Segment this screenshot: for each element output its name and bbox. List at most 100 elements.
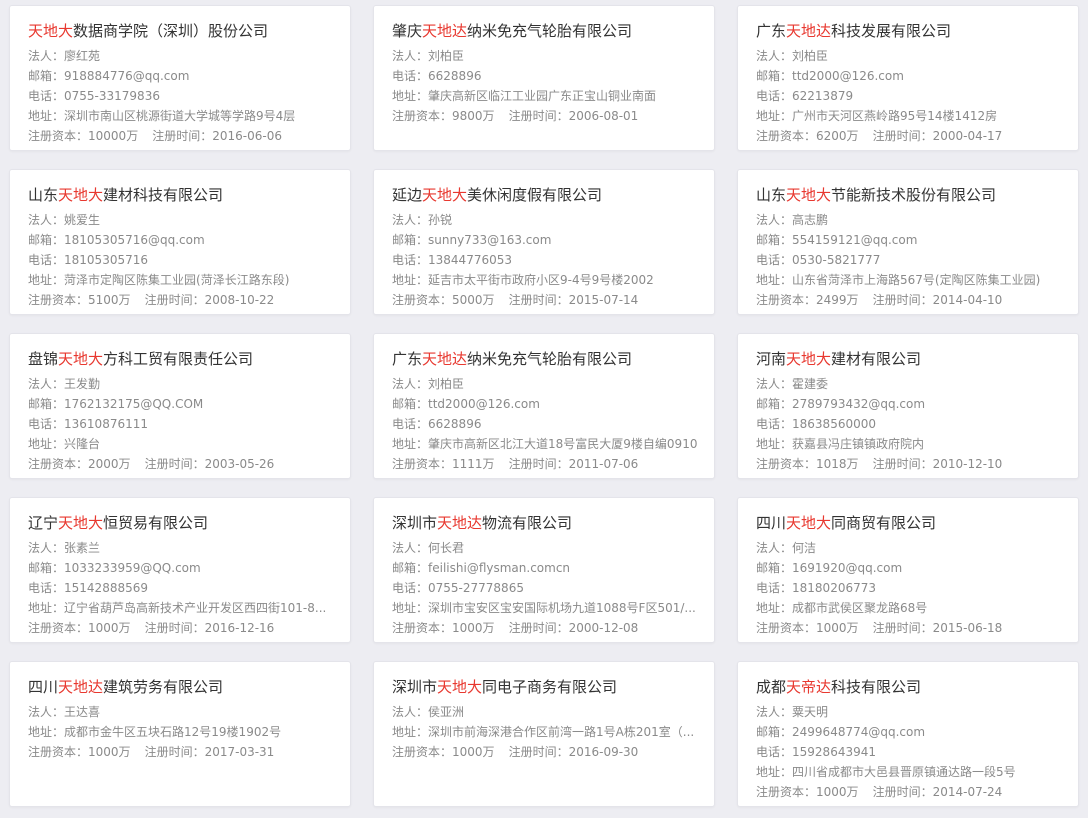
date-value: 2000-04-17	[932, 129, 1003, 143]
company-name-suffix: 恒贸易有限公司	[103, 514, 209, 532]
company-card[interactable]: 深圳市天地达物流有限公司 法人：何长君 邮箱：feilishi@flysman.co…	[373, 497, 715, 643]
registration-row: 注册资本：1018万 注册时间：2010-12-10	[756, 454, 1068, 474]
company-name-prefix: 四川	[28, 678, 59, 696]
company-name-link[interactable]: 山东天地大节能新技术股份有限公司	[756, 185, 1068, 205]
address-value: 肇庆高新区临江工业园广东正宝山铜业南面	[428, 89, 657, 103]
address-label: 地址：	[392, 725, 429, 739]
company-name-link[interactable]: 天地大数据商学院（深圳）股份公司	[28, 21, 340, 41]
company-card[interactable]: 肇庆天地达纳米免充气轮胎有限公司 法人：刘柏臣 电话：6628896 地址：肇庆高新区…	[373, 5, 715, 151]
date-value: 2016-09-30	[568, 745, 639, 759]
company-card[interactable]: 广东天地达纳米免充气轮胎有限公司 法人：刘柏臣 邮箱：ttd2000@126.com…	[373, 333, 715, 479]
company-name-prefix: 辽宁	[28, 514, 59, 532]
email-value: 2789793432@qq.com	[792, 397, 926, 411]
company-card[interactable]: 四川天地达建筑劳务有限公司 法人：王达喜 地址：成都市金牛区五块石路12号19楼19…	[9, 661, 351, 807]
phone-row: 电话：15928643941	[756, 742, 1068, 762]
legal-representative-value: 张素兰	[64, 541, 101, 555]
company-name-suffix: 科技发展有限公司	[831, 22, 952, 40]
address-row: 地址：成都市武侯区聚龙路68号	[756, 598, 1068, 618]
company-card[interactable]: 四川天地大同商贸有限公司 法人：何洁 邮箱：1691920@qq.com 电话：181…	[737, 497, 1079, 643]
company-name-suffix: 节能新技术股份有限公司	[831, 186, 997, 204]
company-name-link[interactable]: 成都天帝达科技有限公司	[756, 677, 1068, 697]
legal-representative-value: 刘柏臣	[428, 377, 465, 391]
email-value: feilishi@flysman.comcn	[428, 561, 571, 575]
company-card[interactable]: 辽宁天地大恒贸易有限公司 法人：张素兰 邮箱：1033233959@QQ.com 电话…	[9, 497, 351, 643]
phone-row: 电话：6628896	[392, 66, 704, 86]
email-row: 邮箱：1762132175@QQ.COM	[28, 394, 340, 414]
legal-representative-value: 刘柏臣	[792, 49, 829, 63]
company-name-link[interactable]: 四川天地大同商贸有限公司	[756, 513, 1068, 533]
company-card[interactable]: 山东天地大节能新技术股份有限公司 法人：高志鹏 邮箱：554159121@qq.co…	[737, 169, 1079, 315]
capital-value: 2499万	[816, 293, 859, 307]
address-label: 地址：	[392, 601, 429, 615]
legal-representative-value: 王达喜	[64, 705, 101, 719]
company-name-suffix: 建筑劳务有限公司	[103, 678, 224, 696]
legal-representative-value: 侯亚洲	[428, 705, 465, 719]
address-value: 深圳市前海深港合作区前湾一路1号A栋201室（...	[428, 725, 695, 739]
legal-representative-row: 法人：刘柏臣	[392, 374, 704, 394]
company-card[interactable]: 深圳市天地大同电子商务有限公司法人：侯亚洲地址：深圳市前海深港合作区前湾一路1号…	[373, 661, 715, 807]
phone-value: 0755-27778865	[428, 581, 524, 595]
date-label: 注册时间：	[872, 785, 933, 799]
email-label: 邮箱：	[756, 397, 793, 411]
capital-label: 注册资本：	[28, 457, 89, 471]
company-card[interactable]: 山东天地大建材科技有限公司 法人：姚爱生 邮箱：18105305716@qq.com…	[9, 169, 351, 315]
company-name-link[interactable]: 肇庆天地达纳米免充气轮胎有限公司	[392, 21, 704, 41]
address-row: 地址：四川省成都市大邑县晋原镇通达路一段5号	[756, 762, 1068, 782]
company-name-highlight: 天地达	[437, 514, 483, 532]
address-label: 地址：	[756, 273, 793, 287]
capital-label: 注册资本：	[28, 129, 89, 143]
capital-value: 1000万	[452, 745, 495, 759]
date-value: 2016-12-16	[204, 621, 275, 635]
company-name-suffix: 方科工贸有限责任公司	[103, 350, 254, 368]
company-card[interactable]: 盘锦天地大方科工贸有限责任公司 法人：王发勤 邮箱：1762132175@QQ.CO…	[9, 333, 351, 479]
company-name-link[interactable]: 山东天地大建材科技有限公司	[28, 185, 340, 205]
legal-representative-row: 法人：姚爱生	[28, 210, 340, 230]
company-card[interactable]: 成都天帝达科技有限公司 法人：粟天明 邮箱：2499648774@qq.com 电话：…	[737, 661, 1079, 807]
legal-representative-row: 法人：孙锐	[392, 210, 704, 230]
company-name-link[interactable]: 河南天地大建材有限公司	[756, 349, 1068, 369]
company-name-highlight: 天地大	[28, 22, 74, 40]
company-name-link[interactable]: 深圳市天地达物流有限公司	[392, 513, 704, 533]
company-name-link[interactable]: 盘锦天地大方科工贸有限责任公司	[28, 349, 340, 369]
legal-representative-row: 法人：刘柏臣	[392, 46, 704, 66]
company-card[interactable]: 河南天地大建材有限公司 法人：霍建委 邮箱：2789793432@qq.com 电话：…	[737, 333, 1079, 479]
legal-representative-label: 法人：	[28, 213, 65, 227]
phone-label: 电话：	[28, 89, 65, 103]
email-row: 邮箱：918884776@qq.com	[28, 66, 340, 86]
email-value: 554159121@qq.com	[792, 233, 918, 247]
company-card[interactable]: 天地大数据商学院（深圳）股份公司 法人：廖红苑 邮箱：918884776@qq.co…	[9, 5, 351, 151]
legal-representative-row: 法人：廖红苑	[28, 46, 340, 66]
address-row: 地址：获嘉县冯庄镇镇政府院内	[756, 434, 1068, 454]
company-name-link[interactable]: 辽宁天地大恒贸易有限公司	[28, 513, 340, 533]
legal-representative-value: 廖红苑	[64, 49, 101, 63]
date-label: 注册时间：	[508, 745, 569, 759]
company-name-link[interactable]: 广东天地达纳米免充气轮胎有限公司	[392, 349, 704, 369]
email-label: 邮箱：	[28, 233, 65, 247]
company-card[interactable]: 广东天地达科技发展有限公司 法人：刘柏臣 邮箱：ttd2000@126.com 电话：…	[737, 5, 1079, 151]
company-name-link[interactable]: 广东天地达科技发展有限公司	[756, 21, 1068, 41]
company-name-link[interactable]: 延边天地大美休闲度假有限公司	[392, 185, 704, 205]
company-card-body: 深圳市天地达物流有限公司 法人：何长君 邮箱：feilishi@flysman.co…	[392, 513, 704, 638]
date-value: 2011-07-06	[568, 457, 639, 471]
company-card[interactable]: 延边天地大美休闲度假有限公司 法人：孙锐 邮箱：sunny733@163.com 电话…	[373, 169, 715, 315]
legal-representative-row: 法人：何洁	[756, 538, 1068, 558]
legal-representative-label: 法人：	[392, 213, 429, 227]
legal-representative-label: 法人：	[392, 705, 429, 719]
email-label: 邮箱：	[756, 725, 793, 739]
capital-value: 10000万	[88, 129, 139, 143]
email-row: 邮箱：ttd2000@126.com	[392, 394, 704, 414]
email-label: 邮箱：	[392, 561, 429, 575]
registration-row: 注册资本：2000万 注册时间：2003-05-26	[28, 454, 340, 474]
legal-representative-label: 法人：	[28, 49, 65, 63]
email-row: 邮箱：feilishi@flysman.comcn	[392, 558, 704, 578]
phone-row: 电话：0530-5821777	[756, 250, 1068, 270]
address-value: 菏泽市定陶区陈集工业园(菏泽长江路东段)	[64, 273, 290, 287]
address-value: 深圳市宝安区宝安国际机场九道1088号F区501/...	[428, 601, 696, 615]
email-value: ttd2000@126.com	[792, 69, 904, 83]
legal-representative-label: 法人：	[28, 705, 65, 719]
company-card-body: 四川天地达建筑劳务有限公司 法人：王达喜 地址：成都市金牛区五块石路12号19楼19…	[28, 677, 340, 762]
phone-label: 电话：	[28, 581, 65, 595]
company-card-body: 深圳市天地大同电子商务有限公司法人：侯亚洲地址：深圳市前海深港合作区前湾一路1号…	[392, 677, 704, 762]
company-name-link[interactable]: 四川天地达建筑劳务有限公司	[28, 677, 340, 697]
company-name-link[interactable]: 深圳市天地大同电子商务有限公司	[392, 677, 704, 697]
